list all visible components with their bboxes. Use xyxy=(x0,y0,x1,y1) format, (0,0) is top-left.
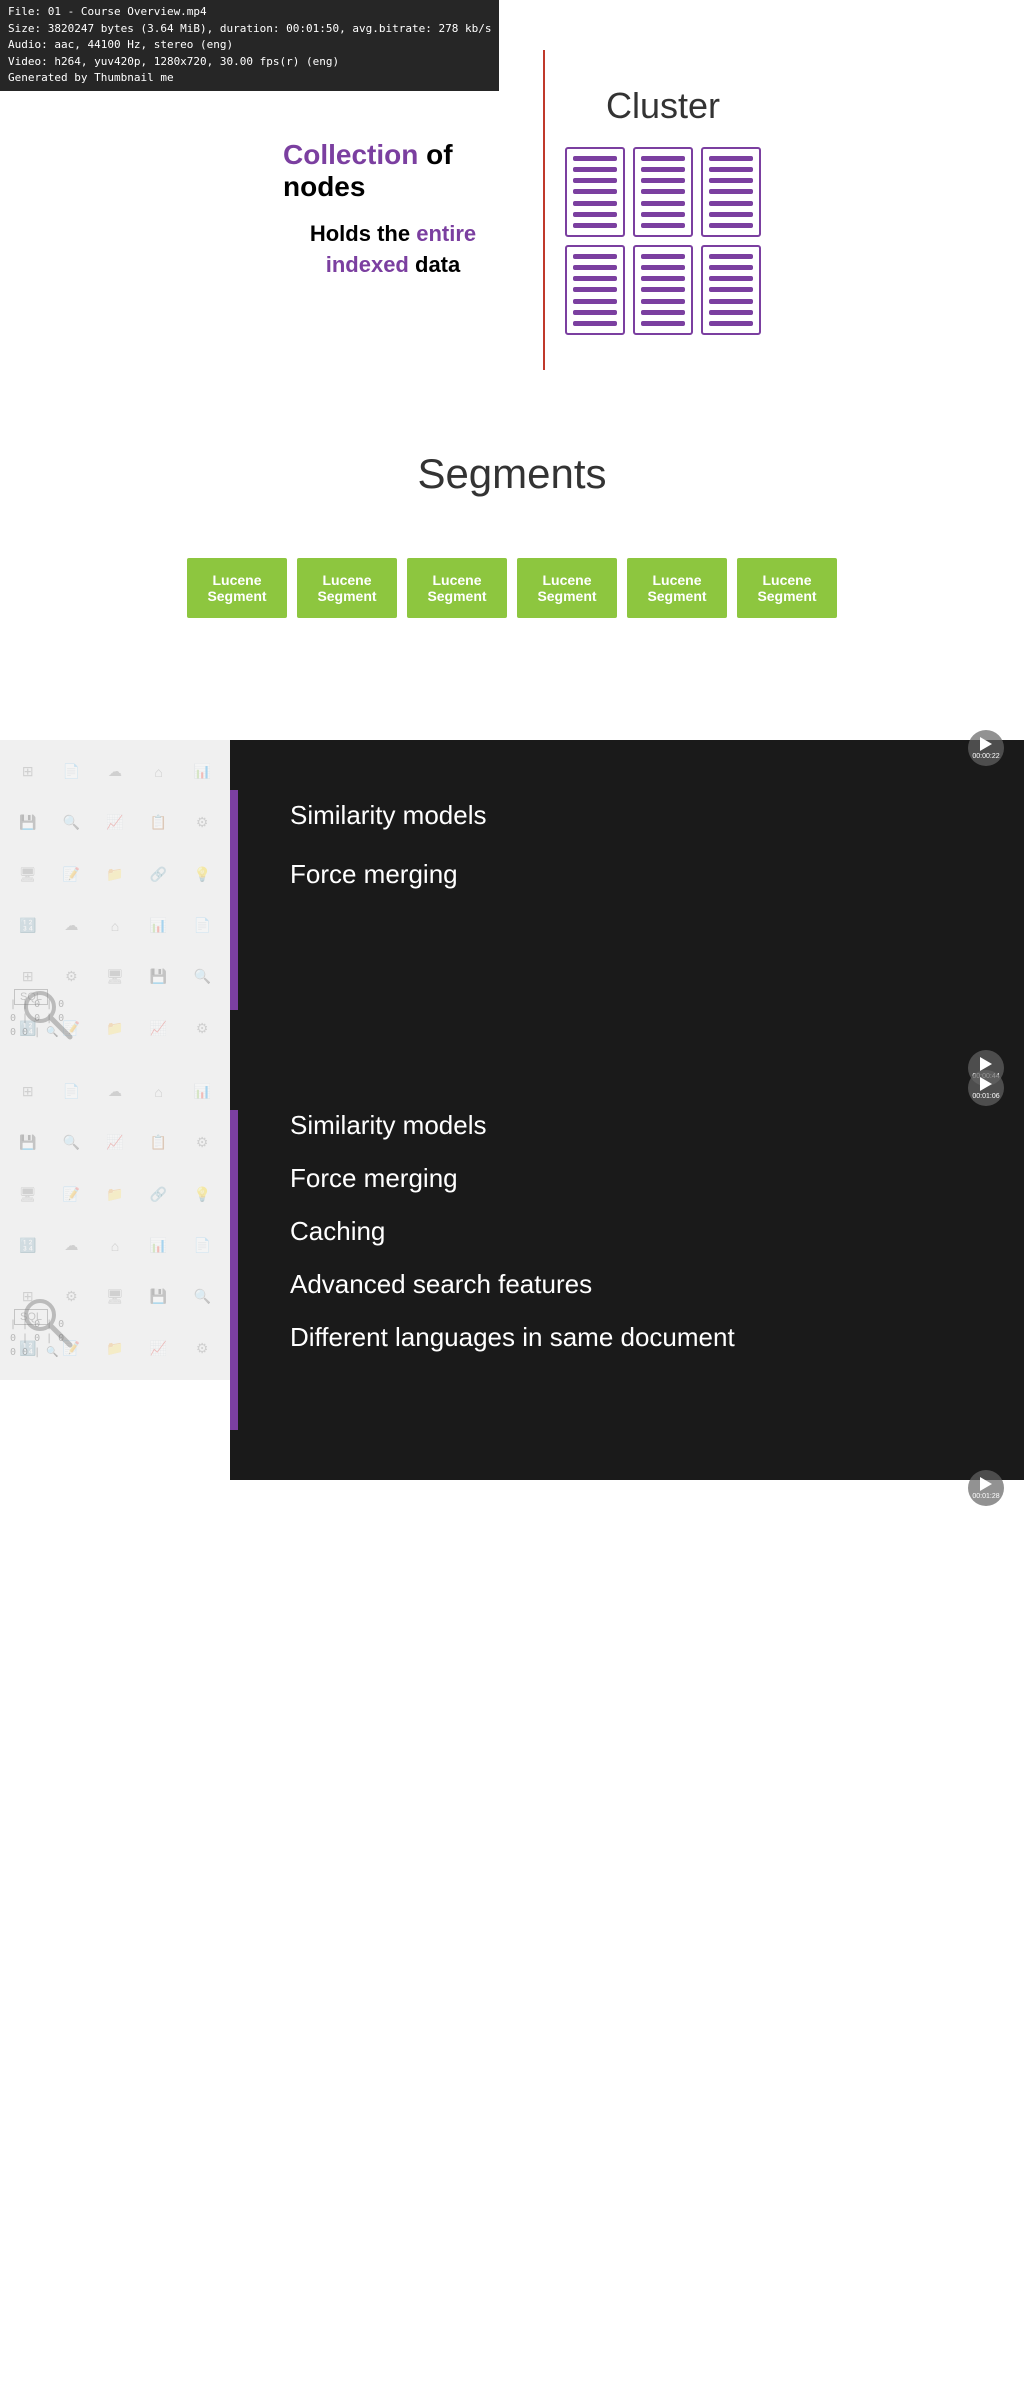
lucene-segment-1: LuceneSegment xyxy=(187,558,287,618)
cluster-title: Cluster xyxy=(606,85,720,127)
dark-section-2: ⊞ 📄 ☁ ⌂ 📊 💾 🔍 📈 📋 ⚙ 🖥 📝 📁 🔗 💡 🔢 ☁ ⌂ 📊 xyxy=(0,1060,1024,1480)
server-unit-1 xyxy=(565,147,625,237)
play-icon-3 xyxy=(980,1077,992,1091)
topic-similarity-2: Similarity models xyxy=(290,1110,964,1141)
segments-boxes: LuceneSegment LuceneSegment LuceneSegmen… xyxy=(187,558,837,618)
timestamp-text-3: 00:01:06 xyxy=(972,1093,999,1100)
topic-different-languages: Different languages in same document xyxy=(290,1322,964,1353)
segments-section: Segments LuceneSegment LuceneSegment Luc… xyxy=(0,420,1024,740)
dark-panel-2: Similarity models Force merging Caching … xyxy=(230,1060,1024,1480)
binary-pattern-1: | | 0 | 0 0 | 0 | 0 0 0 | 🔍 xyxy=(10,998,64,1040)
file-info-line5: Generated by Thumbnail me xyxy=(8,70,491,87)
topic-caching: Caching xyxy=(290,1216,964,1247)
topic-advanced-search: Advanced search features xyxy=(290,1269,964,1300)
purple-bar-2 xyxy=(230,1110,238,1430)
cluster-subtitle: Holds the entireindexed data xyxy=(310,219,476,281)
file-info-line3: Audio: aac, 44100 Hz, stereo (eng) xyxy=(8,37,491,54)
lucene-segment-4: LuceneSegment xyxy=(517,558,617,618)
binary-pattern-2: | | 0 | 0 0 | 0 | 0 0 0 | 🔍 xyxy=(10,1318,64,1360)
server-grid xyxy=(565,147,761,335)
timestamp-text-1: 00:00:22 xyxy=(972,753,999,760)
play-icon-2 xyxy=(980,1057,992,1071)
topic-force-merging-2: Force merging xyxy=(290,1163,964,1194)
bg-pattern-2: ⊞ 📄 ☁ ⌂ 📊 💾 🔍 📈 📋 ⚙ 🖥 📝 📁 🔗 💡 🔢 ☁ ⌂ 📊 xyxy=(0,1060,230,1380)
lucene-segment-6: LuceneSegment xyxy=(737,558,837,618)
dark-section-1: ⊞ 📄 ☁ ⌂ 📊 💾 🔍 📈 📋 ⚙ 🖥 📝 📁 🔗 💡 🔢 ☁ ⌂ 📊 xyxy=(0,740,1024,1060)
server-unit-2 xyxy=(633,147,693,237)
lucene-segment-2: LuceneSegment xyxy=(297,558,397,618)
server-unit-6 xyxy=(701,245,761,335)
play-icon-1 xyxy=(980,737,992,751)
cluster-left-panel: Collection of nodes Holds the entireinde… xyxy=(263,119,523,301)
timestamp-text-4: 00:01:28 xyxy=(972,1493,999,1500)
topic-force-merging-1: Force merging xyxy=(290,859,964,890)
holds-the-text: Holds the xyxy=(310,221,416,246)
file-info-line1: File: 01 - Course Overview.mp4 xyxy=(8,4,491,21)
play-icon-4 xyxy=(980,1477,992,1491)
server-unit-5 xyxy=(633,245,693,335)
file-info-bar: File: 01 - Course Overview.mp4 Size: 382… xyxy=(0,0,499,91)
server-unit-4 xyxy=(565,245,625,335)
lucene-segment-5: LuceneSegment xyxy=(627,558,727,618)
cluster-collection-text: Collection of nodes xyxy=(283,139,503,203)
file-info-line4: Video: h264, yuv420p, 1280x720, 30.00 fp… xyxy=(8,54,491,71)
cluster-divider xyxy=(543,50,545,370)
file-info-line2: Size: 3820247 bytes (3.64 MiB), duration… xyxy=(8,21,491,38)
data-text: data xyxy=(415,252,460,277)
purple-bar-1 xyxy=(230,790,238,1010)
lucene-segment-3: LuceneSegment xyxy=(407,558,507,618)
bg-pattern-1: ⊞ 📄 ☁ ⌂ 📊 💾 🔍 📈 📋 ⚙ 🖥 📝 📁 🔗 💡 🔢 ☁ ⌂ 📊 xyxy=(0,740,230,1060)
dark-panel-content-2: Similarity models Force merging Caching … xyxy=(230,1060,1024,1393)
segments-title: Segments xyxy=(417,450,606,498)
cluster-right-panel: Cluster xyxy=(565,85,761,335)
server-unit-3 xyxy=(701,147,761,237)
collection-highlight: Collection xyxy=(283,139,418,170)
topic-similarity-1: Similarity models xyxy=(290,800,964,831)
dark-panel-content-1: Similarity models Force merging xyxy=(230,740,1024,930)
dark-panel-1: Similarity models Force merging xyxy=(230,740,1024,1060)
